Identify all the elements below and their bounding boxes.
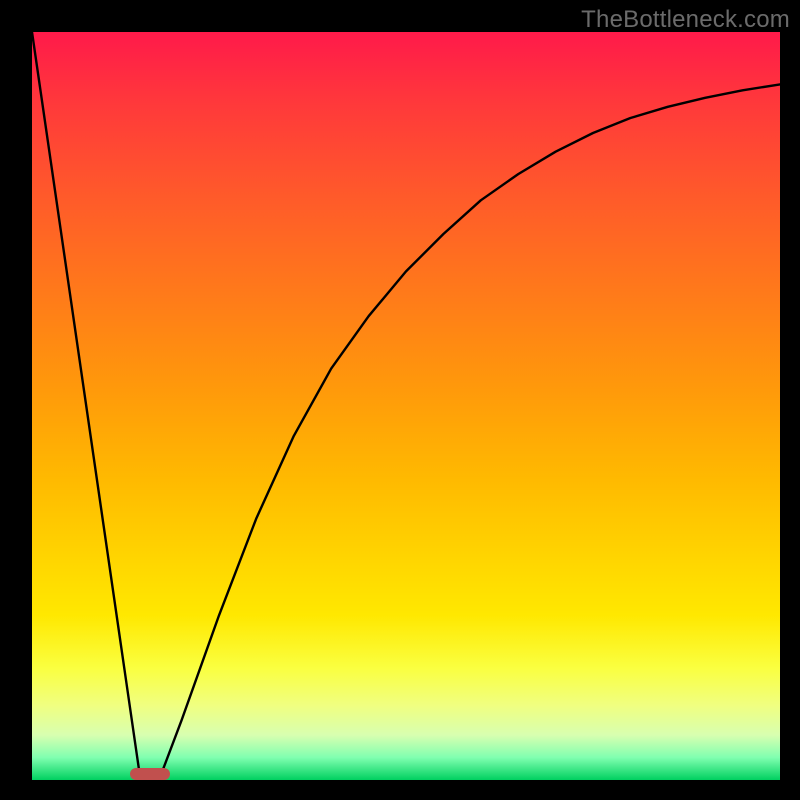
optimal-marker: [130, 768, 170, 780]
chart-frame: TheBottleneck.com: [0, 0, 800, 800]
watermark-text: TheBottleneck.com: [581, 6, 790, 34]
plot-area: [32, 32, 780, 780]
